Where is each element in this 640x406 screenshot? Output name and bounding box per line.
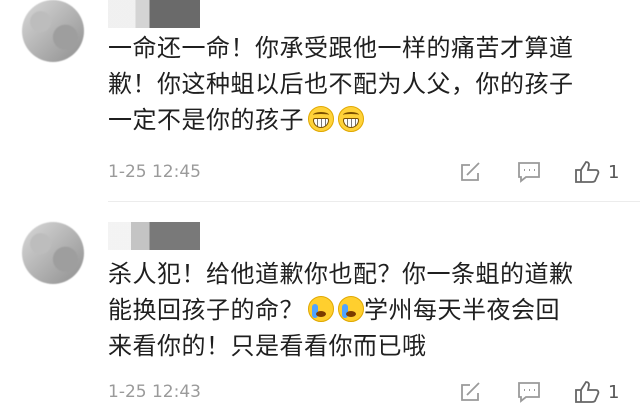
avatar[interactable] bbox=[22, 0, 84, 62]
username-mosaic[interactable] bbox=[108, 0, 200, 28]
comment-line: 杀人犯！给他道歉你也配？你一条蛆的道歉 bbox=[108, 260, 574, 288]
comment-line-text: 一定不是你的孩子 bbox=[108, 106, 304, 134]
share-icon[interactable] bbox=[458, 160, 484, 184]
comment-line-text: 学州每天半夜会回 bbox=[364, 296, 560, 324]
grin-icon bbox=[308, 106, 334, 132]
comment-line: 歉！你这种蛆以后也不配为人父，你的孩子 bbox=[108, 70, 574, 98]
like-count: 1 bbox=[608, 382, 620, 403]
username-mosaic[interactable] bbox=[108, 222, 200, 250]
comment-line-text: 能换回孩子的命？ bbox=[108, 296, 304, 324]
comment-meta: 1-25 12:45 1 bbox=[108, 160, 619, 184]
comment-line: 一定不是你的孩子 bbox=[108, 102, 608, 138]
comment-text: 杀人犯！给他道歉你也配？你一条蛆的道歉 能换回孩子的命？ 学州每天半夜会回 来看你… bbox=[108, 256, 608, 364]
comment-line: 能换回孩子的命？ 学州每天半夜会回 bbox=[108, 292, 608, 328]
timestamp: 1-25 12:43 bbox=[108, 382, 201, 402]
comment-icon[interactable] bbox=[516, 380, 542, 404]
timestamp: 1-25 12:45 bbox=[108, 162, 201, 182]
divider bbox=[108, 201, 640, 202]
comment-meta: 1-25 12:43 1 bbox=[108, 380, 619, 404]
like-button[interactable]: 1 bbox=[574, 380, 619, 404]
avatar[interactable] bbox=[22, 222, 84, 284]
like-button[interactable]: 1 bbox=[574, 160, 619, 184]
grin-icon bbox=[338, 106, 364, 132]
comment-line: 来看你的！只是看看你而已哦 bbox=[108, 332, 427, 360]
crying-icon bbox=[338, 296, 364, 322]
comment-text: 一命还一命！你承受跟他一样的痛苦才算道 歉！你这种蛆以后也不配为人父，你的孩子 … bbox=[108, 30, 608, 138]
crying-icon bbox=[308, 296, 334, 322]
comment-line: 一命还一命！你承受跟他一样的痛苦才算道 bbox=[108, 34, 574, 62]
like-count: 1 bbox=[608, 162, 620, 183]
share-icon[interactable] bbox=[458, 380, 484, 404]
comment-icon[interactable] bbox=[516, 160, 542, 184]
